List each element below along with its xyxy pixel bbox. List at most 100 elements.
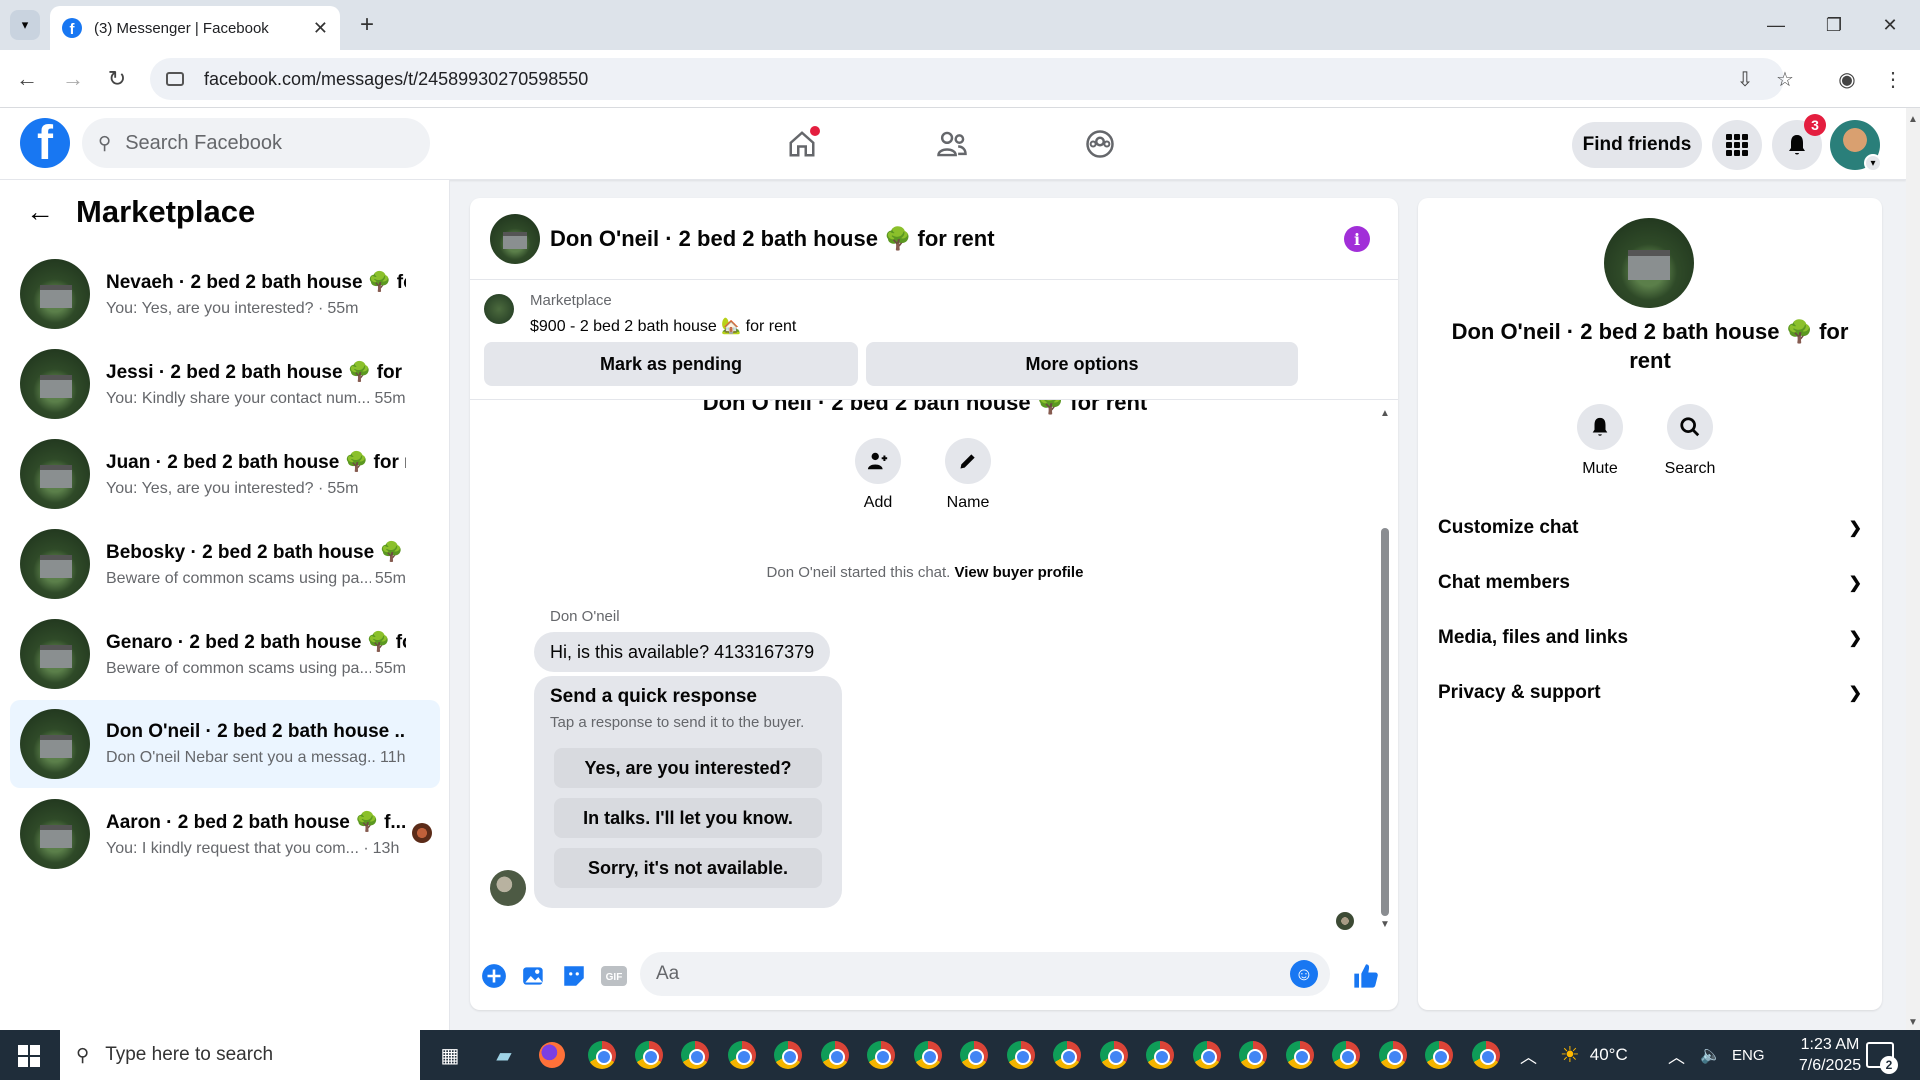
chrome-taskbar-icon[interactable] xyxy=(1051,1039,1083,1071)
thread-scrollbar[interactable]: ▲ ▼ xyxy=(1378,408,1392,930)
back-icon[interactable]: ← xyxy=(12,64,42,94)
conversation-item[interactable]: Jessi · 2 bed 2 bath house 🌳 for r... You… xyxy=(10,340,440,428)
chrome-taskbar-icon[interactable] xyxy=(1191,1039,1223,1071)
install-app-icon[interactable]: ⇩ xyxy=(1730,64,1760,94)
url-field[interactable]: facebook.com/messages/t/2458993027059855… xyxy=(150,58,1784,100)
chat-members-row[interactable]: Chat members ❯ xyxy=(1438,561,1862,605)
new-tab-button[interactable]: + xyxy=(352,10,382,40)
chrome-taskbar-icon[interactable] xyxy=(772,1039,804,1071)
mute-button[interactable]: Mute xyxy=(1560,404,1640,478)
firefox-icon[interactable] xyxy=(536,1039,568,1071)
find-friends-button[interactable]: Find friends xyxy=(1572,122,1702,168)
chrome-taskbar-icon[interactable] xyxy=(1144,1039,1176,1071)
conversation-item[interactable]: Don O'neil · 2 bed 2 bath house ... Don O… xyxy=(10,700,440,788)
back-arrow-icon[interactable]: ← xyxy=(26,196,54,228)
weather-widget[interactable]: ☀ 40°C xyxy=(1560,1030,1628,1080)
thumbs-up-icon[interactable] xyxy=(1352,962,1380,990)
groups-nav-button[interactable] xyxy=(1078,122,1122,166)
chat-thumbnail[interactable] xyxy=(490,213,540,264)
chrome-taskbar-icon[interactable] xyxy=(1470,1039,1502,1071)
bookmark-star-icon[interactable]: ☆ xyxy=(1770,64,1800,94)
conversation-photo[interactable] xyxy=(1604,218,1694,308)
sender-avatar[interactable] xyxy=(490,870,526,906)
chrome-taskbar-icon[interactable] xyxy=(586,1039,618,1071)
chrome-taskbar-icon[interactable] xyxy=(958,1039,990,1071)
site-info-icon[interactable] xyxy=(166,72,184,86)
chrome-taskbar-icon[interactable] xyxy=(726,1039,758,1071)
listing-price[interactable]: $900 - 2 bed 2 bath house 🏡 for rent xyxy=(530,316,796,336)
add-people-button[interactable]: Add xyxy=(838,438,918,512)
quick-response-sorry-button[interactable]: Sorry, it's not available. xyxy=(554,848,822,888)
facebook-logo-icon[interactable]: f xyxy=(20,118,70,168)
windows-start-icon[interactable] xyxy=(18,1045,40,1067)
minimize-icon[interactable]: — xyxy=(1756,10,1796,40)
friends-nav-button[interactable] xyxy=(930,122,974,166)
gif-icon[interactable]: GIF xyxy=(600,962,628,990)
chat-title[interactable]: Don O'neil · 2 bed 2 bath house 🌳 for re… xyxy=(550,226,995,252)
conversation-item[interactable]: Bebosky · 2 bed 2 bath house 🌳 f... Bewar… xyxy=(10,520,440,608)
view-buyer-profile-link[interactable]: View buyer profile xyxy=(955,564,1084,581)
chrome-taskbar-icon[interactable] xyxy=(633,1039,665,1071)
notifications-button[interactable]: 3 xyxy=(1772,114,1826,170)
conversation-item[interactable]: Nevaeh · 2 bed 2 bath house 🌳 fo... You: … xyxy=(10,250,440,338)
account-avatar[interactable]: ▾ xyxy=(1830,120,1882,172)
menu-button[interactable] xyxy=(1712,120,1762,170)
info-icon[interactable]: i xyxy=(1344,226,1370,252)
page-scrollbar[interactable]: ▲ ▼ xyxy=(1906,108,1920,1030)
chrome-taskbar-icon[interactable] xyxy=(1098,1039,1130,1071)
quick-response-yes-button[interactable]: Yes, are you interested? xyxy=(554,748,822,788)
mark-as-pending-button[interactable]: Mark as pending xyxy=(484,342,858,386)
close-icon[interactable]: ✕ xyxy=(313,18,328,39)
chrome-taskbar-icon[interactable] xyxy=(912,1039,944,1071)
forward-icon[interactable]: → xyxy=(58,64,88,94)
browser-menu-icon[interactable]: ⋮ xyxy=(1878,64,1908,94)
reload-icon[interactable]: ↻ xyxy=(102,64,132,94)
quick-response-talks-button[interactable]: In talks. I'll let you know. xyxy=(554,798,822,838)
plus-circle-icon[interactable] xyxy=(480,962,508,990)
taskbar-clock[interactable]: 1:23 AM 7/6/2025 xyxy=(1780,1034,1880,1076)
message-bubble[interactable]: Hi, is this available? 4133167379 xyxy=(534,632,831,672)
notes-app-icon[interactable]: ▰ xyxy=(488,1039,520,1071)
show-hidden-icons[interactable]: ︿ xyxy=(1668,1030,1685,1080)
customize-chat-row[interactable]: Customize chat ❯ xyxy=(1438,506,1862,550)
speaker-icon[interactable]: 🔈 xyxy=(1700,1030,1721,1080)
browser-tab[interactable]: f (3) Messenger | Facebook ✕ xyxy=(50,6,340,50)
search-conversation-button[interactable]: Search xyxy=(1650,404,1730,478)
chrome-taskbar-icon[interactable] xyxy=(1237,1039,1269,1071)
sticker-icon[interactable] xyxy=(560,962,588,990)
taskbar-search-input[interactable]: ⚲ Type here to search xyxy=(60,1030,420,1080)
close-window-icon[interactable]: ✕ xyxy=(1870,10,1910,40)
listing-thumbnail[interactable] xyxy=(484,294,514,324)
chrome-taskbar-icon[interactable] xyxy=(1377,1039,1409,1071)
chrome-taskbar-icon[interactable] xyxy=(1423,1039,1455,1071)
chrome-taskbar-icon[interactable] xyxy=(865,1039,897,1071)
home-nav-button[interactable] xyxy=(780,122,824,166)
scroll-up-icon[interactable]: ▲ xyxy=(1380,408,1390,419)
media-files-links-row[interactable]: Media, files and links ❯ xyxy=(1438,616,1862,660)
photo-icon[interactable] xyxy=(520,962,548,990)
scroll-thumb[interactable] xyxy=(1381,528,1389,916)
message-input[interactable]: Aa ☺ xyxy=(640,952,1330,996)
name-chat-button[interactable]: Name xyxy=(928,438,1008,512)
scroll-up-icon[interactable]: ▲ xyxy=(1908,114,1918,125)
taskbar-chevron-up-icon[interactable]: ︿ xyxy=(1520,1030,1537,1080)
chrome-taskbar-icon[interactable] xyxy=(1284,1039,1316,1071)
tab-search-button[interactable]: ▾ xyxy=(10,10,40,40)
profile-icon[interactable]: ◉ xyxy=(1832,64,1862,94)
conversation-item[interactable]: Genaro · 2 bed 2 bath house 🌳 fo... Bewar… xyxy=(10,610,440,698)
task-view-icon[interactable]: ▦ xyxy=(434,1039,466,1071)
conversation-item[interactable]: Aaron · 2 bed 2 bath house 🌳 f... You: I … xyxy=(10,790,440,878)
chrome-taskbar-icon[interactable] xyxy=(1330,1039,1362,1071)
language-indicator[interactable]: ENG xyxy=(1732,1030,1765,1080)
chrome-taskbar-icon[interactable] xyxy=(819,1039,851,1071)
privacy-support-row[interactable]: Privacy & support ❯ xyxy=(1438,671,1862,715)
conversation-item[interactable]: Juan · 2 bed 2 bath house 🌳 for r... You:… xyxy=(10,430,440,518)
scroll-down-icon[interactable]: ▼ xyxy=(1908,1017,1918,1028)
scroll-down-icon[interactable]: ▼ xyxy=(1380,919,1390,930)
facebook-search-input[interactable]: ⚲ Search Facebook xyxy=(82,118,430,168)
restore-icon[interactable]: ❐ xyxy=(1814,10,1854,40)
more-options-button[interactable]: More options xyxy=(866,342,1298,386)
chrome-taskbar-icon[interactable] xyxy=(679,1039,711,1071)
emoji-icon[interactable]: ☺ xyxy=(1290,960,1318,988)
chrome-taskbar-icon[interactable] xyxy=(1005,1039,1037,1071)
